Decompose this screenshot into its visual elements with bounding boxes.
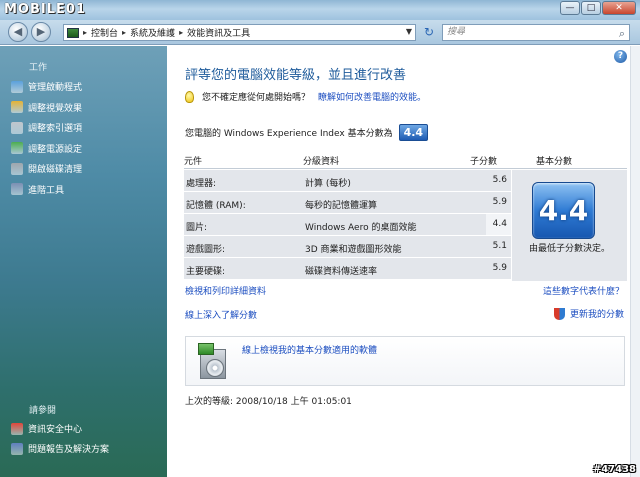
component-name: 遊戲圖形: [186,245,226,255]
power-icon [11,142,23,154]
update-score-link[interactable]: 更新我的分數 [570,307,624,320]
column-header: 分級資料 [303,157,340,167]
rating-detail: 計算 (每秒) [305,179,351,189]
uac-shield-icon [553,307,565,320]
address-bar[interactable]: ▸ 控制台 ▸ 系統及維護 ▸ 效能資訊及工具 ▼ [63,24,416,41]
sidebar-task-3[interactable]: 調整電源設定 [11,142,82,155]
search-placeholder: 搜尋 [447,27,466,37]
last-rated: 上次的等級: 2008/10/18 上午 01:05:01 [185,397,352,407]
minimize-button[interactable]: — [560,1,580,15]
sidebar-item-label: 調整索引選項 [28,124,83,134]
problem-reports-icon [11,442,23,455]
search-icon[interactable]: ⌕ [619,26,625,41]
sidebar-task-4[interactable]: 開啟磁碟清理 [11,162,82,175]
sidebar-item-label: 開啟磁碟清理 [28,165,83,175]
window-controls: — □ ✕ [560,1,636,15]
update-score-control[interactable]: 更新我的分數 [553,307,624,320]
sidebar-item-label: 進階工具 [28,185,65,196]
vertical-scrollbar[interactable] [630,46,640,477]
security-center-icon [11,422,23,435]
component-name: 處理器: [186,179,217,189]
chevron-right-icon: ▸ [122,28,127,37]
component-name: 圖片: [186,223,208,233]
improve-performance-link[interactable]: 瞭解如何改善電腦的效能。 [318,90,426,103]
table-row: 處理器: 計算 (每秒) 5.6 [184,170,511,192]
disk-cleanup-icon [11,162,23,175]
column-header: 子分數 [470,157,498,167]
rating-detail: 每秒的記憶體運算 [305,201,378,211]
subscore-value: 5.6 [492,175,507,185]
page-title: 評等您的電腦效能等級，並且進行改善 [185,68,407,83]
tasks-header: 工作 [29,63,48,73]
navigation-toolbar: ◀ ▶ ▸ 控制台 ▸ 系統及維護 ▸ 效能資訊及工具 ▼ ↻ 搜尋 ⌕ [0,20,640,45]
title-bar: MOBILE01 — □ ✕ [0,0,640,20]
subscore-value: 5.9 [492,197,507,207]
chevron-down-icon[interactable]: ▼ [406,27,412,36]
base-score-tile: 4.4 [532,182,595,239]
forward-button[interactable]: ▶ [31,22,51,42]
lightbulb-icon [185,90,194,103]
sidebar-item-label: 資訊安全中心 [28,425,83,435]
index-icon [11,121,23,134]
search-input[interactable]: 搜尋 ⌕ [442,24,630,41]
close-button[interactable]: ✕ [602,1,636,15]
view-software-link[interactable]: 線上檢視我的基本分數適用的軟體 [242,343,377,356]
see-also-header: 請參閱 [29,406,57,416]
learn-online-link[interactable]: 線上深入了解分數 [185,308,257,321]
sidebar-see-also-1[interactable]: 問題報告及解決方案 [11,442,109,455]
base-score-badge: 4.4 [398,124,429,141]
refresh-button[interactable]: ↻ [420,25,438,40]
watermark-tag: #47438 [592,464,636,475]
base-score-panel: 4.4 由最低子分數決定。 [512,170,627,281]
main-content: ? 評等您的電腦效能等級，並且進行改善 您不確定應從何處開始嗎？ 瞭解如何改善電… [167,46,630,477]
base-score-label: 您電腦的 Windows Experience Index 基本分數為 [185,129,393,139]
software-package-icon [196,341,232,381]
task-pane: 工作 管理啟動程式 調整視覺效果 調整索引選項 調整電源設定 開啟磁碟清理 進階工具 請參… [0,46,167,477]
table-row: 主要硬碟: 磁碟資料傳送速率 5.9 [184,258,511,280]
sidebar-item-label: 管理啟動程式 [28,83,83,93]
component-name: 主要硬碟: [186,267,226,277]
what-do-numbers-mean-link[interactable]: 這些數字代表什麼？ [543,284,624,297]
watermark-logo: MOBILE01 [4,2,86,17]
table-row: 遊戲圖形: 3D 商業和遊戲圖形效能 5.1 [184,236,511,258]
sidebar-item-label: 問題報告及解決方案 [28,445,110,455]
breadcrumb-item[interactable]: 控制台 [91,26,118,39]
advanced-tools-icon [11,183,23,195]
print-details-link[interactable]: 檢視和列印詳細資料 [185,284,266,297]
subscore-value: 4.4 [486,214,511,235]
subscore-value: 5.9 [492,263,507,273]
tip-line: 您不確定應從何處開始嗎？ 瞭解如何改善電腦的效能。 [185,90,426,103]
base-score-caption: 由最低子分數決定。 [528,244,610,254]
column-header: 元件 [184,157,203,167]
table-header: 元件 分級資料 子分數 基本分數 [184,151,627,169]
column-header: 基本分數 [536,157,573,167]
back-button[interactable]: ◀ [8,22,28,42]
help-icon[interactable]: ? [614,50,627,63]
subscore-value: 5.1 [492,241,507,251]
sidebar-task-5[interactable]: 進階工具 [11,183,64,196]
sidebar-see-also-0[interactable]: 資訊安全中心 [11,422,82,435]
breadcrumb-item[interactable]: 系統及維護 [130,26,175,39]
table-row: 記憶體 (RAM): 每秒的記憶體運算 5.9 [184,192,511,214]
breadcrumb-item[interactable]: 效能資訊及工具 [187,26,250,39]
table-row: 圖片: Windows Aero 的桌面效能 4.4 [184,214,511,236]
shield-icon [11,101,23,113]
maximize-button[interactable]: □ [581,1,601,15]
tip-text: 您不確定應從何處開始嗎？ [202,93,311,103]
chevron-right-icon: ▸ [179,28,184,37]
sidebar-task-1[interactable]: 調整視覺效果 [11,101,82,114]
component-name: 記憶體 (RAM): [186,201,246,211]
chevron-right-icon: ▸ [83,28,88,37]
sidebar-task-0[interactable]: 管理啟動程式 [11,80,82,93]
sidebar-task-2[interactable]: 調整索引選項 [11,121,82,134]
rating-detail: 磁碟資料傳送速率 [305,267,378,277]
startup-icon [11,80,23,93]
rating-detail: 3D 商業和遊戲圖形效能 [305,245,402,255]
rating-detail: Windows Aero 的桌面效能 [305,223,417,233]
base-score-line: 您電腦的 Windows Experience Index 基本分數為 4.4 [185,124,429,141]
control-panel-icon [67,27,79,38]
software-box: 線上檢視我的基本分數適用的軟體 [185,336,625,386]
sidebar-item-label: 調整電源設定 [28,144,83,155]
sidebar-item-label: 調整視覺效果 [28,103,83,114]
